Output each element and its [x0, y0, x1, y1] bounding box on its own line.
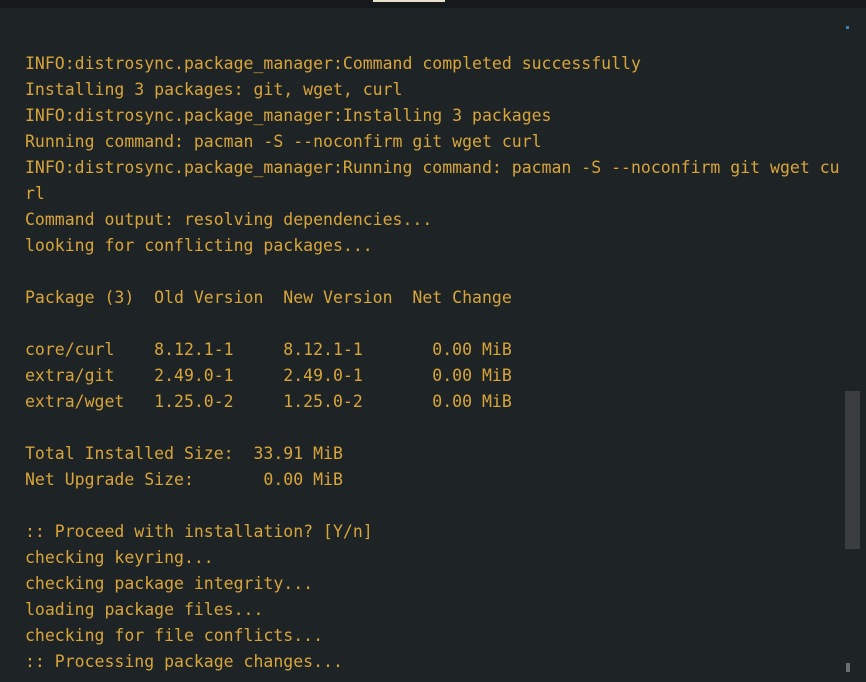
- terminal-line: looking for conflicting packages...: [25, 236, 373, 255]
- terminal-line: loading package files...: [25, 600, 264, 619]
- package-table-row: extra/git 2.49.0-1 2.49.0-1 0.00 MiB: [25, 366, 512, 385]
- terminal-window: INFO:distrosync.package_manager:Command …: [0, 0, 866, 682]
- terminal-line: checking keyring...: [25, 548, 214, 567]
- terminal-line: rl: [25, 184, 45, 203]
- net-upgrade-size: Net Upgrade Size: 0.00 MiB: [25, 470, 343, 489]
- terminal-line: Installing 3 packages: git, wget, curl: [25, 80, 403, 99]
- terminal-line: INFO:distrosync.package_manager:Installi…: [25, 106, 552, 125]
- vertical-scrollbar[interactable]: [844, 10, 860, 672]
- terminal-line: INFO:distrosync.package_manager:Command …: [25, 54, 641, 73]
- terminal-line: checking for file conflicts...: [25, 626, 324, 645]
- scrollbar-thumb[interactable]: [845, 391, 860, 549]
- package-table-row: core/curl 8.12.1-1 8.12.1-1 0.00 MiB: [25, 340, 512, 359]
- active-tab-indicator[interactable]: [373, 0, 445, 2]
- terminal-line: Running command: pacman -S --noconfirm g…: [25, 132, 542, 151]
- resize-grip-icon[interactable]: [846, 663, 850, 672]
- install-prompt: :: Proceed with installation? [Y/n]: [25, 522, 373, 541]
- terminal-output[interactable]: INFO:distrosync.package_manager:Command …: [25, 51, 847, 675]
- package-table-row: extra/wget 1.25.0-2 1.25.0-2 0.00 MiB: [25, 392, 512, 411]
- total-installed-size: Total Installed Size: 33.91 MiB: [25, 444, 343, 463]
- terminal-line: INFO:distrosync.package_manager:Running …: [25, 158, 840, 177]
- package-table-header: Package (3) Old Version New Version Net …: [25, 288, 512, 307]
- terminal-line: :: Processing package changes...: [25, 652, 343, 671]
- terminal-line: Command output: resolving dependencies..…: [25, 210, 433, 229]
- terminal-line: checking package integrity...: [25, 574, 314, 593]
